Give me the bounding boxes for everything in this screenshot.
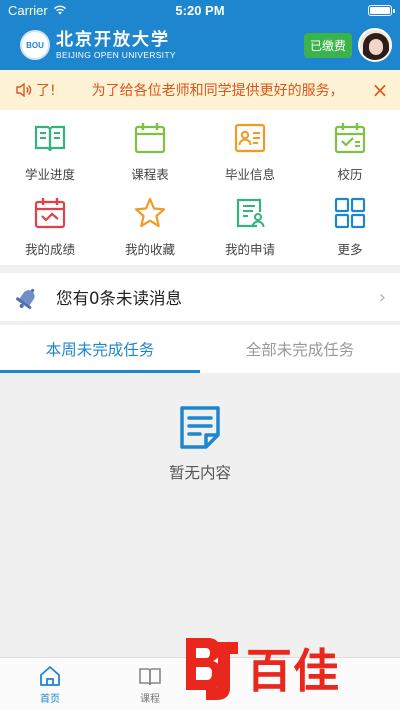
star-icon <box>134 197 166 228</box>
notice-text: 为了给各位老师和同学提供更好的服务， <box>91 83 344 99</box>
grid-label: 毕业信息 <box>224 167 275 182</box>
grid-label: 学业进度 <box>24 167 75 182</box>
paid-status-badge[interactable]: 已缴费 <box>303 32 352 58</box>
grid-item-graduation-info[interactable]: 毕业信息 <box>200 117 300 192</box>
tabbar-label: 首页 <box>40 694 60 705</box>
grid-item-my-applications[interactable]: 我的申请 <box>200 192 300 267</box>
calendar-icon <box>134 123 166 154</box>
task-tabs: 本周未完成任务 全部未完成任务 <box>0 325 400 373</box>
bell-icon <box>16 288 35 309</box>
tab-all-tasks[interactable]: 全部未完成任务 <box>200 325 400 373</box>
battery-icon <box>367 4 395 16</box>
grid-label: 校历 <box>337 167 363 182</box>
grid-item-schedule[interactable]: 课程表 <box>100 117 200 192</box>
speaker-icon <box>16 82 32 98</box>
tabbar-label: 课程 <box>140 694 160 705</box>
unread-messages-text: 您有0条未读消息 <box>56 289 182 308</box>
watermark-text: 百佳 <box>246 644 340 698</box>
notice-prefix: 了! <box>36 83 56 99</box>
chevron-right-icon: › <box>378 286 386 308</box>
tab-this-week-tasks[interactable]: 本周未完成任务 <box>0 325 200 373</box>
grid-label: 我的成绩 <box>24 242 75 257</box>
watermark-logo: 百佳 <box>182 634 378 702</box>
carrier-label: Carrier <box>8 2 48 18</box>
app-header: Carrier 5:20 PM BOU 北京开放大学 BEIJING OPEN … <box>0 0 400 70</box>
grid-item-school-calendar[interactable]: 校历 <box>300 117 400 192</box>
grid-item-my-favorites[interactable]: 我的收藏 <box>100 192 200 267</box>
grid-label: 更多 <box>337 242 363 257</box>
empty-state-text: 暂无内容 <box>168 464 231 482</box>
id-card-icon <box>234 123 266 153</box>
book-icon <box>139 668 161 686</box>
grid-label: 课程表 <box>131 167 169 182</box>
calendar-check-icon <box>334 123 366 154</box>
grid-label: 我的申请 <box>224 242 275 257</box>
grid-label: 我的收藏 <box>124 242 175 257</box>
tabbar-item-home[interactable]: 首页 <box>0 658 100 710</box>
university-name-en: BEIJING OPEN UNIVERSITY <box>56 49 176 60</box>
home-icon <box>40 666 60 686</box>
status-time: 5:20 PM <box>175 2 225 18</box>
watermark-mark-icon <box>186 638 238 700</box>
form-user-icon <box>236 198 265 228</box>
university-logo-icon: BOU <box>20 30 50 60</box>
university-name: 北京开放大学 BEIJING OPEN UNIVERSITY <box>56 29 176 60</box>
grid-item-study-progress[interactable]: 学业进度 <box>0 117 100 192</box>
grid-item-more[interactable]: 更多 <box>300 192 400 267</box>
feature-grid: 学业进度 课程表 毕业信息 校历 我的成绩 我的收藏 我的申请 更多 <box>0 110 400 265</box>
status-bar: Carrier 5:20 PM <box>0 0 400 20</box>
empty-state: 暂无内容 <box>0 373 400 656</box>
close-icon[interactable]: × <box>370 78 390 102</box>
avatar[interactable] <box>358 28 392 62</box>
wifi-icon <box>53 5 66 15</box>
nav-bar: BOU 北京开放大学 BEIJING OPEN UNIVERSITY 已缴费 <box>0 20 400 70</box>
unread-messages-row[interactable]: 您有0条未读消息 › <box>0 273 400 321</box>
university-name-cn: 北京开放大学 <box>56 29 170 50</box>
calendar-chart-icon <box>34 198 66 229</box>
document-icon <box>180 406 220 449</box>
grid-item-my-grades[interactable]: 我的成绩 <box>0 192 100 267</box>
open-book-icon <box>34 125 66 152</box>
grid-icon <box>334 197 366 229</box>
notice-banner[interactable]: 了! 为了给各位老师和同学提供更好的服务， × <box>0 70 400 110</box>
